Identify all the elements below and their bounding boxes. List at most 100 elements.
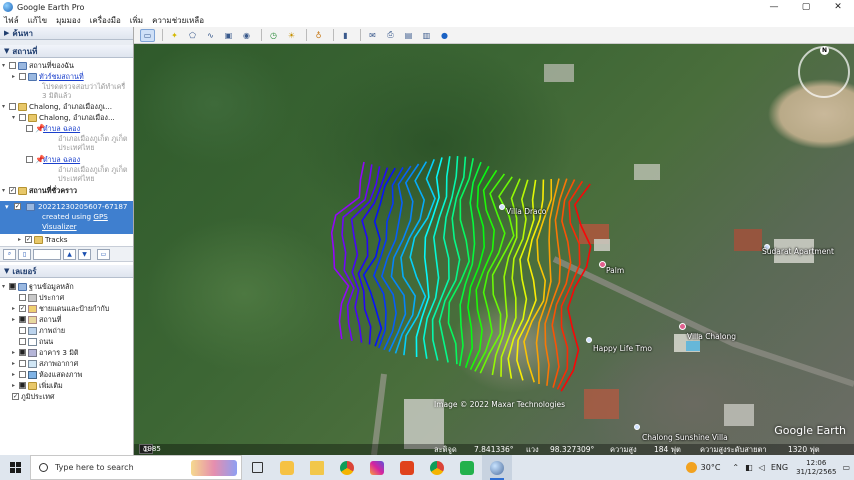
- expand-icon[interactable]: ▸: [10, 360, 17, 368]
- taskbar-search-box[interactable]: Type here to search: [30, 455, 242, 480]
- layer-item[interactable]: ▸ ห้องแสดงภาพ: [10, 369, 82, 380]
- add-image-overlay-icon[interactable]: ▣: [221, 29, 236, 42]
- expand-icon[interactable]: ▸: [10, 316, 17, 324]
- volume-icon[interactable]: ◁: [759, 463, 765, 472]
- view-in-maps-icon[interactable]: ▥: [419, 29, 434, 42]
- system-clock[interactable]: 12:06 31/12/2565: [796, 459, 836, 477]
- layer-item[interactable]: ▸ ✓ ชายแดนและป้ายกำกับ: [10, 303, 109, 314]
- line-app-icon[interactable]: [452, 455, 482, 480]
- add-path-icon[interactable]: ∿: [203, 29, 218, 42]
- checkbox[interactable]: [19, 360, 26, 367]
- tree-item-temporary-places[interactable]: ▾ ✓ สถานที่ชั่วคราว: [0, 185, 77, 196]
- search-places-icon[interactable]: ⌕: [3, 248, 16, 260]
- checkbox[interactable]: ✓: [19, 305, 26, 312]
- menu-file[interactable]: ไฟล์: [4, 14, 19, 27]
- layer-item[interactable]: ถนน: [10, 336, 53, 347]
- layer-item[interactable]: ▸ ■ สถานที่: [10, 314, 61, 325]
- weather-temperature[interactable]: 30°C: [701, 463, 721, 472]
- save-image-icon[interactable]: ▤: [401, 29, 416, 42]
- map-label-sudarat[interactable]: Sudarat Apartment: [762, 247, 834, 256]
- sunlight-icon[interactable]: ☀: [284, 29, 299, 42]
- gps-link[interactable]: GPS: [93, 212, 107, 221]
- checkbox[interactable]: [19, 114, 26, 121]
- map-label-villa-chalong[interactable]: Villa Chalong: [687, 332, 736, 341]
- compass-north-icon[interactable]: N: [820, 46, 829, 55]
- menu-view[interactable]: มุมมอง: [56, 14, 81, 27]
- collapse-icon[interactable]: ▾: [0, 62, 7, 70]
- expand-icon[interactable]: ▸: [10, 371, 17, 379]
- menu-help[interactable]: ความช่วยเหลือ: [152, 14, 204, 27]
- input-language[interactable]: ENG: [771, 463, 788, 472]
- checkbox[interactable]: [19, 294, 26, 301]
- earth-3d-view[interactable]: N Villa Draco Sudarat Apartment Palm Vil…: [134, 44, 854, 455]
- chrome-icon[interactable]: [422, 455, 452, 480]
- place-marker-icon[interactable]: [499, 204, 505, 210]
- layers-panel-header[interactable]: ▼ เลเยอร์: [0, 265, 133, 278]
- checkbox[interactable]: ■: [9, 283, 16, 290]
- layer-terrain[interactable]: ✓ ภูมิประเทศ: [10, 391, 55, 402]
- places-panel-header[interactable]: ▼ สถานที่: [0, 45, 133, 58]
- planet-switch-icon[interactable]: ♁: [311, 29, 326, 42]
- maximize-button[interactable]: ▢: [790, 0, 822, 14]
- layer-item[interactable]: ภาพถ่าย: [10, 325, 65, 336]
- add-folder-icon[interactable]: ▭: [97, 248, 110, 260]
- google-earth-taskbar-icon[interactable]: [482, 455, 512, 480]
- move-up-icon[interactable]: ▲: [63, 248, 76, 260]
- tree-item-selected-track[interactable]: ▾ ✓ 20221230205607-67187 created using G…: [0, 201, 133, 234]
- expand-icon[interactable]: ▸: [10, 305, 17, 313]
- menu-tools[interactable]: เครื่องมือ: [90, 14, 121, 27]
- add-polygon-icon[interactable]: ⬠: [185, 29, 200, 42]
- menu-add[interactable]: เพิ่ม: [130, 14, 143, 27]
- checkbox[interactable]: ✓: [14, 203, 21, 210]
- chrome-icon[interactable]: [332, 455, 362, 480]
- sidebar-toggle-icon[interactable]: ▭: [140, 28, 155, 42]
- tree-item-my-places[interactable]: ▾ สถานที่ของฉัน: [0, 60, 74, 71]
- checkbox[interactable]: ■: [19, 382, 26, 389]
- map-label-palm[interactable]: Palm: [606, 266, 624, 275]
- checkbox[interactable]: ■: [19, 349, 26, 356]
- place-marker-icon[interactable]: [599, 261, 606, 268]
- checkbox[interactable]: [9, 103, 16, 110]
- tree-item-tracks[interactable]: ▸ ✓ Tracks: [16, 234, 68, 245]
- tree-item-label[interactable]: ตำบล ฉลอง: [43, 124, 80, 133]
- checkbox[interactable]: ✓: [25, 236, 32, 243]
- expand-icon[interactable]: ▸: [10, 382, 17, 390]
- store-app-icon[interactable]: [272, 455, 302, 480]
- layer-primary-database[interactable]: ▾ ■ ฐานข้อมูลหลัก: [0, 281, 74, 292]
- layer-item[interactable]: ▸ ■ อาคาร 3 มิติ: [10, 347, 79, 358]
- move-down-icon[interactable]: ▼: [78, 248, 91, 260]
- historical-imagery-button[interactable]: ◷ 1985: [139, 444, 161, 454]
- print-icon[interactable]: ⎙: [383, 29, 398, 42]
- layer-item[interactable]: ▸ สภาพอากาศ: [10, 358, 78, 369]
- tree-item-label[interactable]: ตำบล ฉลอง: [43, 155, 80, 164]
- collapse-icon[interactable]: ▾: [5, 202, 9, 211]
- collapse-icon[interactable]: ▾: [0, 187, 7, 195]
- checkbox[interactable]: [9, 62, 16, 69]
- historical-imagery-icon[interactable]: ◷: [266, 29, 281, 42]
- checkbox[interactable]: [19, 371, 26, 378]
- tree-item-chalong-sub[interactable]: ▾ Chalong, อำเภอเมือง...: [10, 112, 115, 123]
- ruler-icon[interactable]: ▮: [338, 29, 353, 42]
- office-icon[interactable]: [392, 455, 422, 480]
- expand-icon[interactable]: ▸: [10, 349, 17, 357]
- email-icon[interactable]: ✉: [365, 29, 380, 42]
- instagram-icon[interactable]: [362, 455, 392, 480]
- checkbox[interactable]: ■: [19, 316, 26, 323]
- place-marker-icon[interactable]: [634, 424, 640, 430]
- expand-icon[interactable]: ▸: [16, 236, 23, 244]
- file-explorer-icon[interactable]: [302, 455, 332, 480]
- places-filter-input[interactable]: [33, 248, 61, 260]
- map-label-chalong-sunshine[interactable]: Chalong Sunshine Villa: [642, 433, 728, 442]
- menu-edit[interactable]: แก้ไข: [28, 14, 48, 27]
- notifications-icon[interactable]: ▭: [842, 463, 850, 472]
- expand-icon[interactable]: ▸: [10, 73, 17, 81]
- checkbox[interactable]: [19, 327, 26, 334]
- checkbox[interactable]: [26, 156, 33, 163]
- record-tour-icon[interactable]: ◉: [239, 29, 254, 42]
- place-marker-icon[interactable]: [586, 337, 592, 343]
- search-panel-header[interactable]: ▶ ค้นหา: [0, 27, 133, 40]
- weather-icon[interactable]: [685, 462, 697, 473]
- layer-item[interactable]: ▸ ■ เพิ่มเติม: [10, 380, 63, 391]
- checkbox[interactable]: [26, 125, 33, 132]
- tree-item-chalong-folder[interactable]: ▾ Chalong, อำเภอเมืองภูเ...: [0, 101, 112, 112]
